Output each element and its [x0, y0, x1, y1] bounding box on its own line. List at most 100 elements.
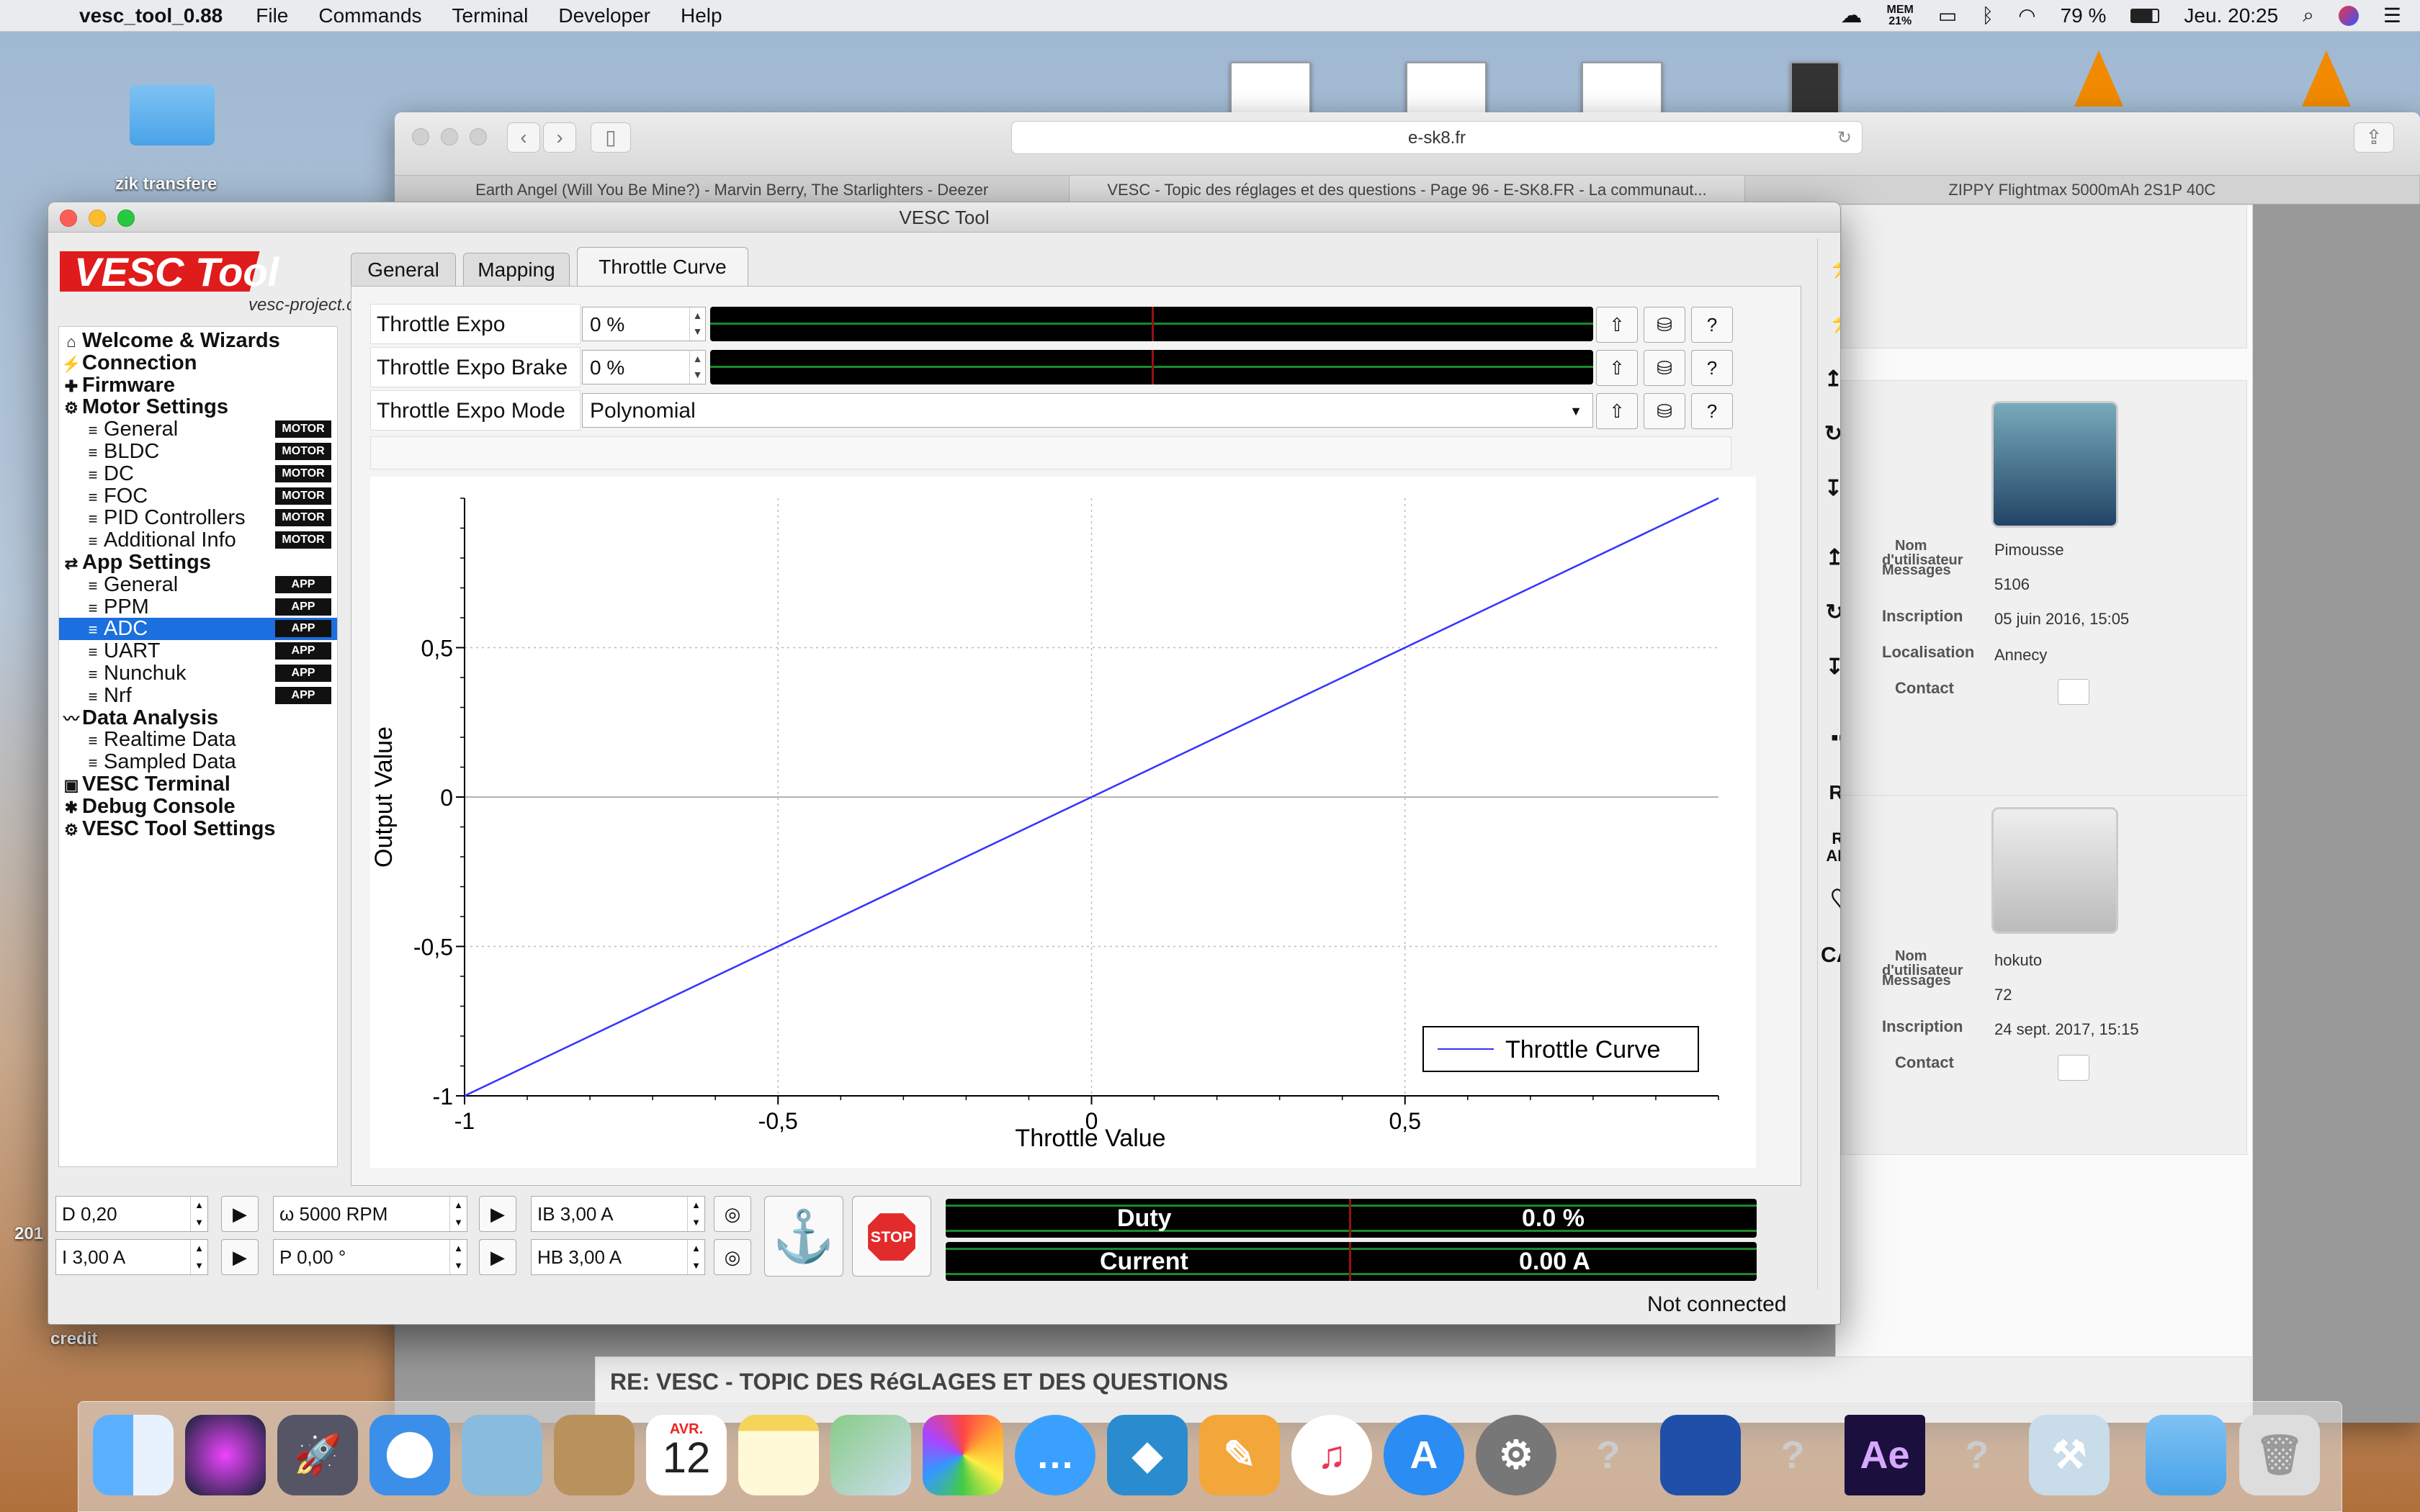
help-icon[interactable]: ? [1691, 350, 1733, 386]
play-current-icon[interactable]: ▶ [221, 1239, 259, 1275]
safari-tab[interactable]: ZIPPY Flightmax 5000mAh 2S1P 40C [1745, 176, 2420, 204]
clock[interactable]: Jeu. 20:25 [2184, 4, 2278, 27]
handbrake-current-input[interactable]: HB 3,00 A ▲ ▼ [531, 1239, 705, 1275]
tab-mapping[interactable]: Mapping [463, 253, 570, 287]
tree-item-motor-settings[interactable]: ⚙ Motor Settings [60, 396, 337, 418]
desktop-folder-icon[interactable] [130, 85, 215, 145]
unknown-app-icon[interactable]: ? [1752, 1415, 1833, 1495]
read-motor-config-icon[interactable]: ↥M [1821, 358, 1840, 401]
kodi-icon[interactable]: ◆ [1107, 1415, 1188, 1495]
play-rpm-icon[interactable]: ▶ [479, 1196, 516, 1232]
after-effects-icon[interactable]: Ae [1845, 1415, 1925, 1495]
system-preferences-icon[interactable]: ⚙ [1476, 1415, 1556, 1495]
spinbox-arrows-icon[interactable]: ▲ ▼ [190, 1197, 207, 1231]
desktop-file-thumbnail[interactable] [1791, 62, 1839, 115]
throttle-expo-spinbox[interactable]: 0 % ▲ ▼ [582, 307, 706, 341]
contacts-icon[interactable] [554, 1415, 635, 1495]
database-reset-icon[interactable]: ⛁ [1644, 350, 1685, 386]
tree-item-foc[interactable]: ≡ FOC MOTOR [82, 485, 337, 508]
upload-arrow-icon[interactable]: ⇧ [1596, 307, 1638, 343]
post-title[interactable]: RE: VESC - TOPIC DES RéGLAGES ET DES QUE… [610, 1369, 1228, 1395]
stop-button[interactable]: STOP [852, 1196, 931, 1277]
address-bar[interactable]: e-sk8.fr ↻ [1011, 121, 1863, 154]
tree-item-vesc-tool-settings[interactable]: ⚙ VESC Tool Settings [60, 817, 337, 840]
desktop-screenshot-thumbnail[interactable] [1406, 62, 1487, 115]
menu-file[interactable]: File [256, 4, 288, 27]
throttle-expo-brake-spinbox[interactable]: 0 % ▲ ▼ [582, 350, 706, 384]
tree-item-additional-info[interactable]: ≡ Additional Info MOTOR [82, 529, 337, 552]
throttle-expo-slider[interactable] [710, 307, 1593, 341]
brake-current-input[interactable]: IB 3,00 A ▲ ▼ [531, 1196, 705, 1232]
close-button[interactable] [60, 210, 77, 227]
desktop-screenshot-thumbnail[interactable] [1582, 62, 1662, 115]
tree-item-firmware[interactable]: ✚ Firmware [60, 374, 337, 397]
tree-item-general[interactable]: ≡ General APP [82, 573, 337, 596]
tree-item-bldc[interactable]: ≡ BLDC MOTOR [82, 441, 337, 463]
tree-item-nrf[interactable]: ≡ Nrf APP [82, 684, 337, 707]
spinbox-arrows-icon[interactable]: ▲ ▼ [449, 1197, 467, 1231]
menu-commands[interactable]: Commands [318, 4, 421, 27]
menu-app-name[interactable]: vesc_tool_0.88 [79, 4, 223, 27]
safari-close-button[interactable] [412, 128, 429, 145]
spinbox-arrows-icon[interactable]: ▲ ▼ [689, 351, 705, 384]
database-reset-icon[interactable]: ⛁ [1644, 393, 1685, 429]
duty-input[interactable]: D 0,20 ▲ ▼ [55, 1196, 208, 1232]
tree-item-dc[interactable]: ≡ DC MOTOR [82, 462, 337, 485]
play-duty-icon[interactable]: ▶ [221, 1196, 259, 1232]
can-forward-icon[interactable]: CAN [1821, 934, 1840, 977]
read-default-motor-config-icon[interactable]: ↻M [1821, 413, 1840, 456]
spotlight-search-icon[interactable]: ⌕ [2303, 4, 2314, 27]
desktop-screenshot-thumbnail[interactable] [1230, 62, 1311, 115]
tree-item-nunchuk[interactable]: ≡ Nunchuk APP [82, 662, 337, 685]
tree-item-uart[interactable]: ≡ UART APP [82, 640, 337, 662]
desktop-folder-label[interactable]: zik transfere [115, 174, 217, 194]
back-arrow-icon[interactable]: ‹ [507, 122, 540, 153]
read-default-app-config-icon[interactable]: ↻A [1821, 591, 1840, 634]
tree-item-vesc-terminal[interactable]: ▣ VESC Terminal [60, 773, 337, 796]
user-avatar[interactable] [1991, 807, 2118, 934]
photos-icon[interactable] [923, 1415, 1003, 1495]
reload-icon[interactable]: ↻ [1837, 122, 1852, 155]
messages-icon[interactable]: … [1015, 1415, 1095, 1495]
unknown-app-icon[interactable]: ? [1568, 1415, 1649, 1495]
spinbox-arrows-icon[interactable]: ▲ ▼ [190, 1240, 207, 1274]
database-reset-icon[interactable]: ⛁ [1644, 307, 1685, 343]
write-app-config-icon[interactable]: ↧A [1821, 646, 1840, 689]
launchpad-icon[interactable]: 🚀 [277, 1415, 358, 1495]
tree-item-pid-controllers[interactable]: ≡ PID Controllers MOTOR [82, 507, 337, 529]
safari-zoom-button[interactable] [470, 128, 487, 145]
sidebar-toggle-icon[interactable]: ▯ [591, 122, 631, 153]
connect-plug-icon[interactable]: ⚡ [1821, 246, 1840, 289]
tree-item-welcome-wizards[interactable]: ⌂ Welcome & Wizards [60, 330, 337, 352]
trash-icon[interactable]: 🗑 [2239, 1415, 2320, 1495]
upload-arrow-icon[interactable]: ⇧ [1596, 393, 1638, 429]
tree-item-connection[interactable]: ⚡Connection [60, 351, 337, 374]
current-input[interactable]: I 3,00 A ▲ ▼ [55, 1239, 208, 1275]
throttle-expo-mode-dropdown[interactable]: Polynomial ▼ [582, 393, 1593, 428]
throttle-expo-brake-slider[interactable] [710, 350, 1593, 384]
tree-item-app-settings[interactable]: ⇄ App Settings [60, 552, 337, 574]
safari-icon[interactable] [369, 1415, 450, 1495]
contact-message-icon[interactable] [2058, 679, 2089, 705]
tree-item-ppm[interactable]: ≡ PPM APP [82, 595, 337, 618]
play-position-icon[interactable]: ▶ [479, 1239, 516, 1275]
xcode-icon[interactable]: ⚒ [2029, 1415, 2110, 1495]
realtime-data-icon[interactable]: RT [1821, 771, 1840, 814]
handbrake-icon[interactable]: ◎ [714, 1239, 751, 1275]
tab-throttle-curve[interactable]: Throttle Curve [577, 247, 748, 288]
memory-indicator[interactable]: MEM 21% [1887, 4, 1914, 27]
forward-arrow-icon[interactable]: › [543, 122, 576, 153]
siri-icon[interactable] [2338, 5, 2359, 26]
safari-minimize-button[interactable] [441, 128, 458, 145]
spinbox-arrows-icon[interactable]: ▲ ▼ [687, 1240, 704, 1274]
zoom-button[interactable] [117, 210, 135, 227]
battery-icon[interactable] [2130, 8, 2160, 23]
itunes-icon[interactable]: ♫ [1291, 1415, 1372, 1495]
vlc-file-icon[interactable] [2074, 50, 2123, 107]
calendar-icon[interactable]: AVR. 12 [646, 1415, 727, 1495]
menu-help[interactable]: Help [681, 4, 722, 27]
cloud-icon[interactable]: ☁ [1841, 3, 1863, 28]
vlc-file-icon[interactable] [2302, 50, 2351, 107]
pages-icon[interactable]: ✎ [1199, 1415, 1280, 1495]
tree-item-general[interactable]: ≡ General MOTOR [82, 418, 337, 441]
